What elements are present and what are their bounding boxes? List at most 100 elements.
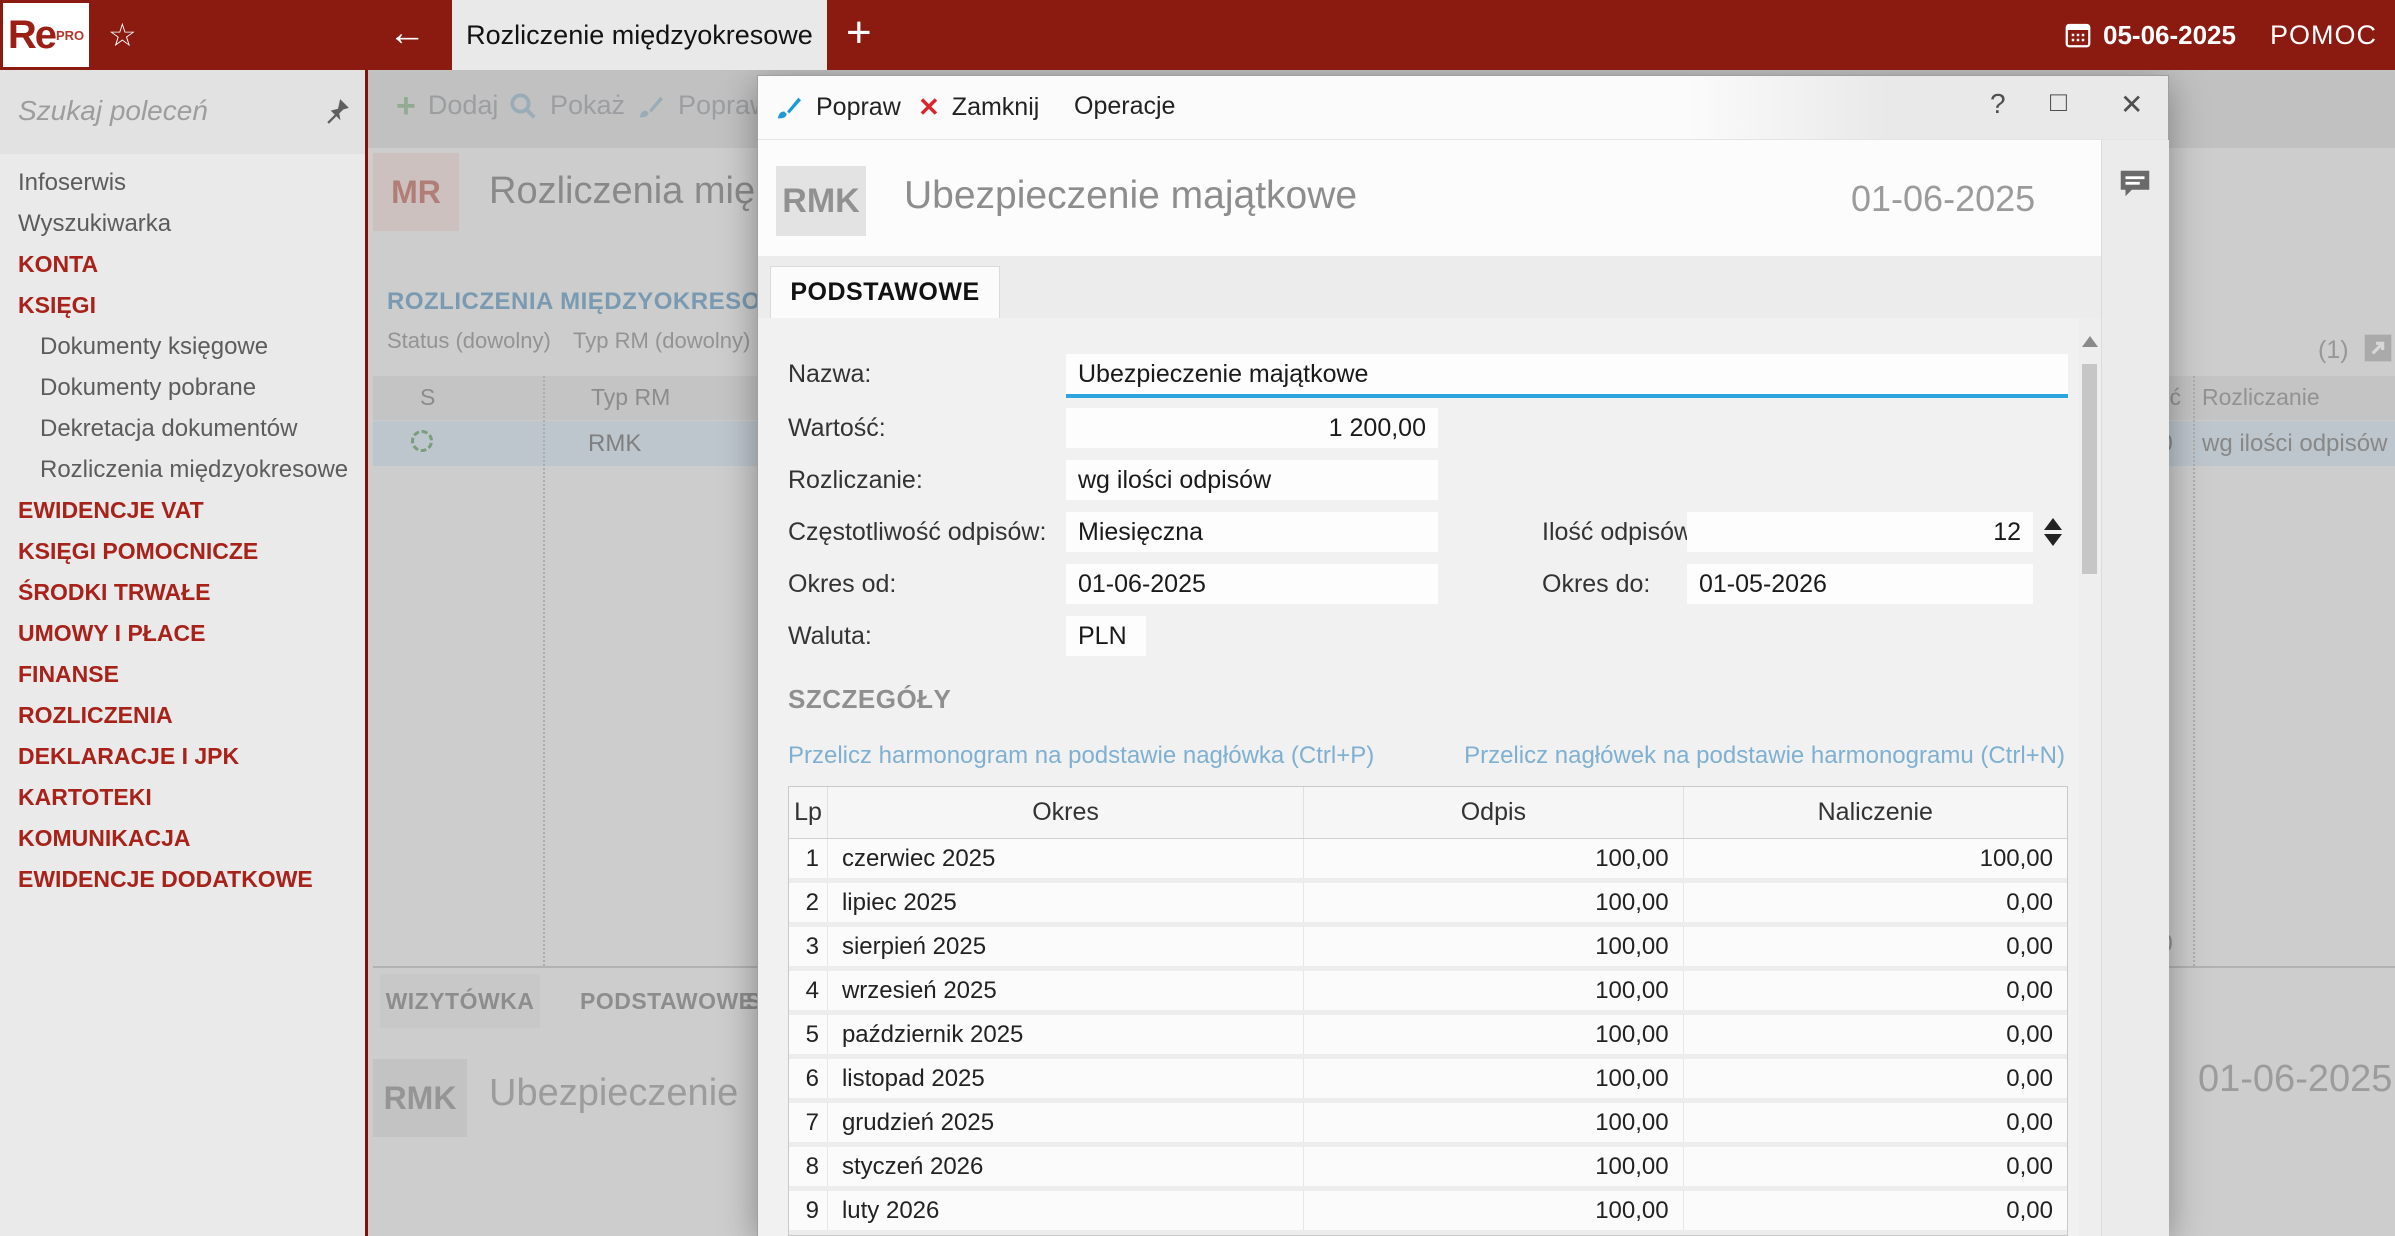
schedule-row[interactable]: 8 styczeń 2026 100,00 0,00 xyxy=(789,1147,2067,1186)
column-header-odpis[interactable]: Odpis xyxy=(1304,787,1684,838)
sidebar-item[interactable]: KARTOTEKI xyxy=(0,777,365,818)
sidebar-item[interactable]: Infoserwis xyxy=(0,162,365,203)
rozliczanie-select[interactable]: wg ilości odpisów xyxy=(1066,460,1438,500)
sidebar-item[interactable]: Rozliczenia międzyokresowe xyxy=(0,449,365,490)
command-search[interactable] xyxy=(0,70,365,154)
detail-abbr-tile: RMK xyxy=(373,1059,467,1137)
sidebar-item[interactable]: Wyszukiwarka xyxy=(0,203,365,244)
entity-abbr-tile: MR xyxy=(373,153,459,231)
workdate-button[interactable]: 05-06-2025 xyxy=(2063,20,2236,51)
search-input[interactable] xyxy=(16,94,296,128)
okres-od-input[interactable]: 01-06-2025 xyxy=(1066,564,1438,604)
dialog-header: RMK Ubezpieczenie majątkowe 01-06-2025 xyxy=(758,140,2101,256)
schedule-row[interactable]: 7 grudzień 2025 100,00 0,00 xyxy=(789,1103,2067,1142)
background-detail-date: 01-06-2025 xyxy=(2198,1058,2393,1100)
waluta-label: Waluta: xyxy=(788,622,872,650)
sidebar-item[interactable]: KONTA xyxy=(0,244,365,285)
sidebar-item[interactable]: ŚRODKI TRWAŁE xyxy=(0,572,365,613)
stepper-up-icon[interactable] xyxy=(2044,518,2062,530)
dialog-scrollbar[interactable] xyxy=(2079,318,2101,1236)
okres-do-input[interactable]: 01-05-2026 xyxy=(1687,564,2033,604)
sidebar-item[interactable]: ROZLICZENIA xyxy=(0,695,365,736)
recalc-header-link[interactable]: Przelicz nagłówek na podstawie harmonogr… xyxy=(1464,742,2065,770)
waluta-select[interactable]: PLN xyxy=(1066,616,1146,656)
column-header-typ-rm[interactable]: Typ RM xyxy=(591,384,670,411)
add-button[interactable]: + Dodaj xyxy=(396,89,498,123)
schedule-row[interactable]: 1 czerwiec 2025 100,00 100,00 xyxy=(789,839,2067,878)
column-header-naliczenie[interactable]: Naliczenie xyxy=(1684,787,2067,838)
sidebar-item[interactable]: KSIĘGI POMOCNICZE xyxy=(0,531,365,572)
scrollbar-thumb[interactable] xyxy=(2082,364,2097,574)
column-header-okres[interactable]: Okres xyxy=(828,787,1305,838)
okres-od-label: Okres od: xyxy=(788,570,897,598)
dialog-help-button[interactable]: ? xyxy=(1990,88,2006,120)
dialog-tab-strip: PODSTAWOWE xyxy=(758,256,2101,318)
filter-typ-rm[interactable]: Typ RM (dowolny) xyxy=(573,328,750,354)
nazwa-label: Nazwa: xyxy=(788,360,872,388)
row-rozliczanie-value: wg ilości odpisów xyxy=(2202,430,2388,457)
rmk-abbr-tile: RMK xyxy=(776,166,866,236)
ilosc-odpisow-stepper[interactable] xyxy=(2040,512,2066,552)
schedule-row[interactable]: 3 sierpień 2025 100,00 0,00 xyxy=(789,927,2067,966)
schedule-row[interactable]: 6 listopad 2025 100,00 0,00 xyxy=(789,1059,2067,1098)
recalc-schedule-link[interactable]: Przelicz harmonogram na podstawie nagłów… xyxy=(788,742,1374,770)
dialog-operations-menu[interactable]: Operacje xyxy=(1074,92,1175,121)
wartosc-input[interactable]: 1 200,00 xyxy=(1066,408,1438,448)
help-menu[interactable]: POMOC xyxy=(2270,20,2377,51)
schedule-table-header: Lp Okres Odpis Naliczenie xyxy=(789,787,2067,839)
stepper-down-icon[interactable] xyxy=(2044,534,2062,546)
dialog-close-button[interactable]: ✕ xyxy=(2120,88,2143,121)
background-page-title: Rozliczenia mię xyxy=(489,170,756,212)
tab-wizytowka[interactable]: WIZYTÓWKA xyxy=(380,974,540,1028)
sidebar-item[interactable]: DEKLARACJE I JPK xyxy=(0,736,365,777)
scroll-up-icon[interactable] xyxy=(2082,336,2098,347)
column-header-lp[interactable]: Lp xyxy=(789,787,828,838)
schedule-row[interactable]: 9 luty 2026 100,00 0,00 xyxy=(789,1191,2067,1230)
edit-button[interactable]: Popraw xyxy=(636,90,770,121)
sidebar-item[interactable]: KOMUNIKACJA xyxy=(0,818,365,859)
favorites-star-icon[interactable]: ☆ xyxy=(108,16,137,54)
comment-icon[interactable] xyxy=(2116,166,2154,204)
dialog-titlebar[interactable]: Popraw ✕ Zamknij Operacje ? □ ✕ xyxy=(758,76,2168,140)
sidebar-nav: Infoserwis Wyszukiwarka KONTA KSIĘGI Dok… xyxy=(0,162,365,900)
show-button[interactable]: Pokaż xyxy=(508,90,625,121)
column-header-s[interactable]: S xyxy=(420,384,435,411)
tab-podstawowe[interactable]: PODSTAWOWE xyxy=(770,266,1000,318)
tab-rozliczenie-miedzyokresowe[interactable]: Rozliczenie międzyokresowe xyxy=(452,0,827,70)
column-header-rozliczanie[interactable]: Rozliczanie xyxy=(2202,384,2320,411)
back-arrow-icon[interactable]: ← xyxy=(388,12,426,55)
czestotliwosc-select[interactable]: Miesięczna xyxy=(1066,512,1438,552)
sidebar-item[interactable]: Dokumenty księgowe xyxy=(0,326,365,367)
dialog-maximize-button[interactable]: □ xyxy=(2050,86,2067,118)
background-detail-title: Ubezpieczenie xyxy=(489,1072,739,1114)
sidebar-item[interactable]: KSIĘGI xyxy=(0,285,365,326)
dialog-close-action[interactable]: ✕ Zamknij xyxy=(918,92,1039,123)
new-tab-plus-icon[interactable]: + xyxy=(846,8,872,58)
sidebar-item[interactable]: EWIDENCJE VAT xyxy=(0,490,365,531)
app-logo[interactable]: Re PRO xyxy=(3,3,89,67)
brush-icon xyxy=(636,91,666,121)
tab-podstawowe-background[interactable]: PODSTAWOWE xyxy=(580,974,755,1028)
wartosc-label: Wartość: xyxy=(788,414,886,442)
sidebar-item[interactable]: FINANSE xyxy=(0,654,365,695)
dialog-side-strip xyxy=(2101,140,2169,1236)
sidebar-item[interactable]: Dekretacja dokumentów xyxy=(0,408,365,449)
dialog-content: Nazwa: Ubezpieczenie majątkowe Wartość: … xyxy=(758,318,2101,1236)
schedule-row[interactable]: 2 lipiec 2025 100,00 0,00 xyxy=(789,883,2067,922)
ilosc-odpisow-input[interactable]: 12 xyxy=(1687,512,2033,552)
rozliczanie-label: Rozliczanie: xyxy=(788,466,923,494)
nazwa-input[interactable]: Ubezpieczenie majątkowe xyxy=(1066,354,2068,398)
dialog-edit-button[interactable]: Popraw xyxy=(774,92,901,122)
pin-icon[interactable] xyxy=(322,96,352,126)
sidebar-item[interactable]: EWIDENCJE DODATKOWE xyxy=(0,859,365,900)
dialog-date: 01-06-2025 xyxy=(1851,178,2036,219)
filter-status[interactable]: Status (dowolny) xyxy=(387,328,551,354)
column-separator xyxy=(2193,376,2195,966)
sidebar-item[interactable]: UMOWY I PŁACE xyxy=(0,613,365,654)
column-separator xyxy=(543,376,545,966)
magnifier-icon xyxy=(508,91,538,121)
schedule-row[interactable]: 4 wrzesień 2025 100,00 0,00 xyxy=(789,971,2067,1010)
sidebar-item[interactable]: Dokumenty pobrane xyxy=(0,367,365,408)
schedule-row[interactable]: 5 październik 2025 100,00 0,00 xyxy=(789,1015,2067,1054)
export-icon[interactable] xyxy=(2362,332,2394,364)
